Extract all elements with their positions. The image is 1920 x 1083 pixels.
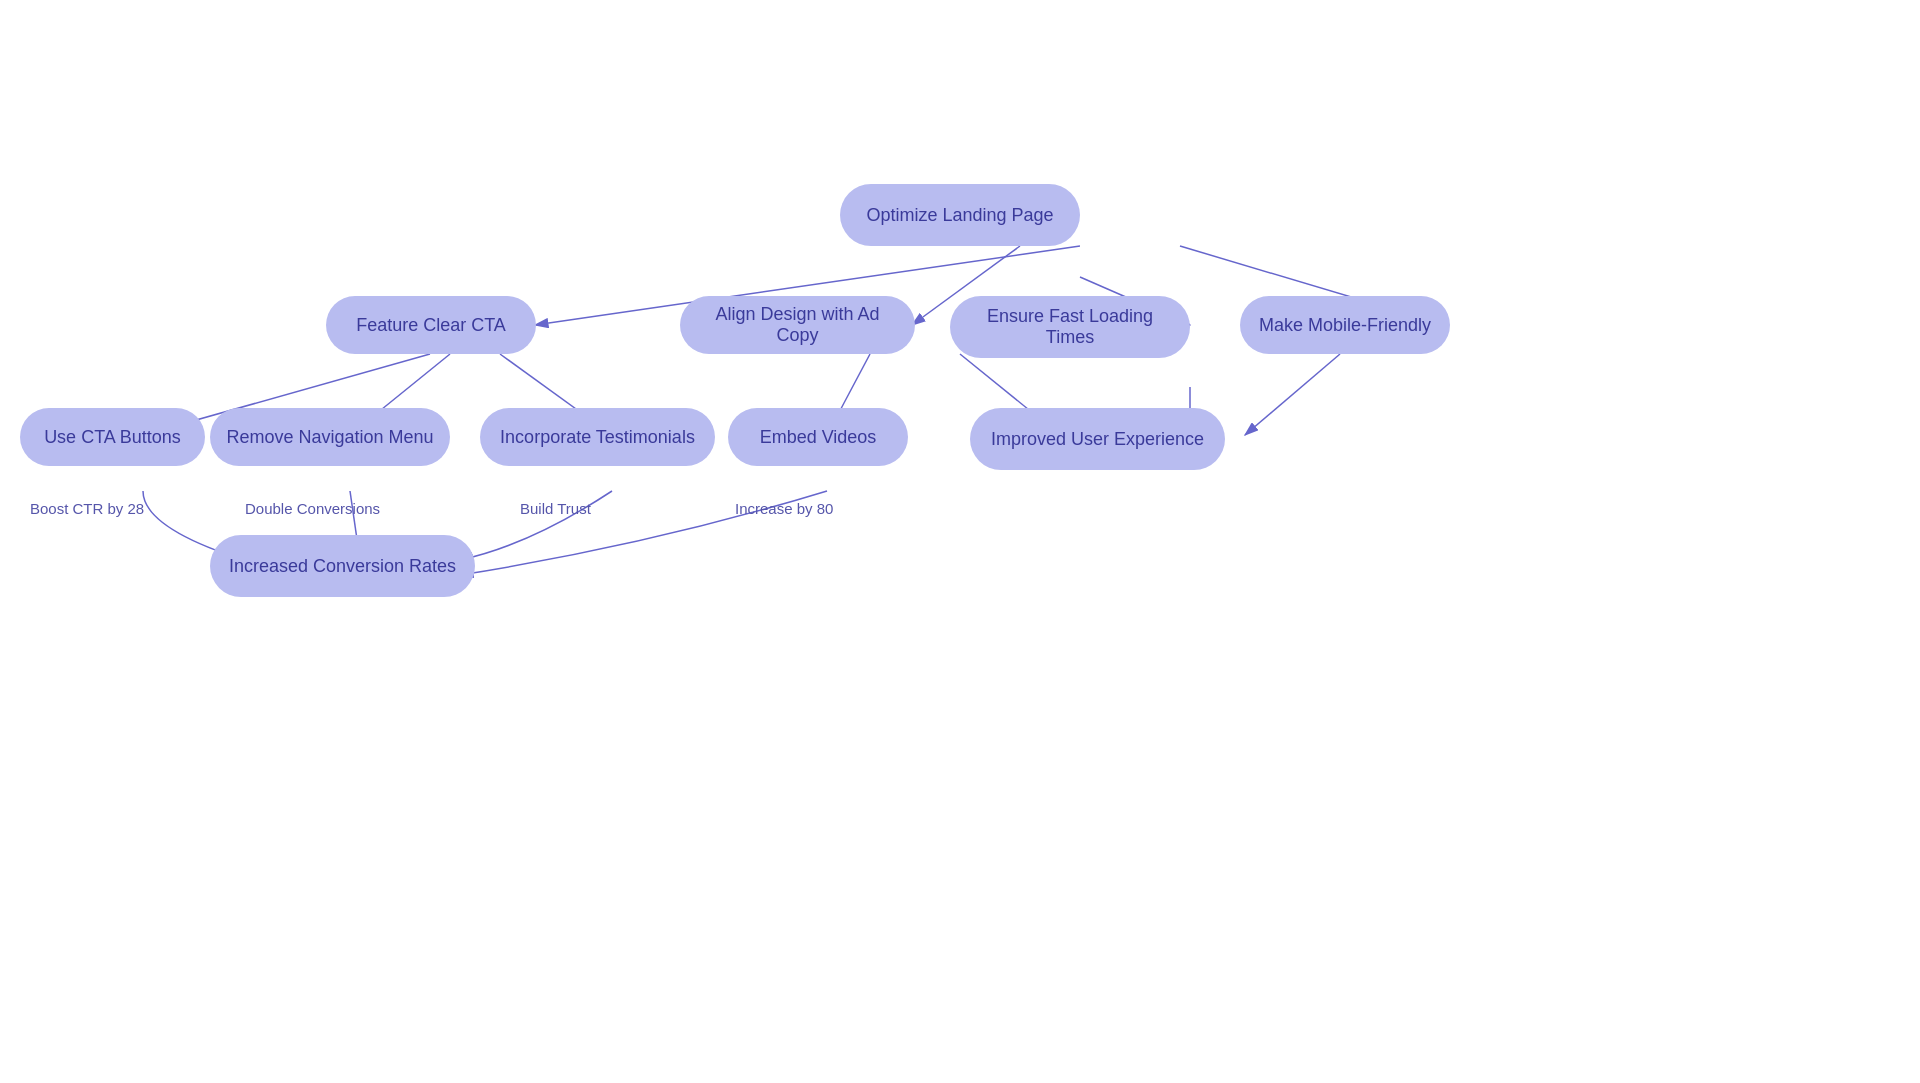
node-remove-nav[interactable]: Remove Navigation Menu (210, 408, 450, 466)
node-align-design[interactable]: Align Design with Ad Copy (680, 296, 915, 354)
node-use-cta[interactable]: Use CTA Buttons (20, 408, 205, 466)
node-ensure-fast[interactable]: Ensure Fast Loading Times (950, 296, 1190, 358)
edge-label-double-conv: Double Conversions (245, 500, 380, 517)
node-increased-conv[interactable]: Increased Conversion Rates (210, 535, 475, 597)
svg-line-11 (1245, 354, 1340, 435)
edge-label-increase-80: Increase by 80 (735, 500, 833, 517)
node-embed-videos[interactable]: Embed Videos (728, 408, 908, 466)
edge-label-build-trust: Build Trust (520, 500, 591, 517)
node-make-mobile[interactable]: Make Mobile-Friendly (1240, 296, 1450, 354)
node-optimize[interactable]: Optimize Landing Page (840, 184, 1080, 246)
node-incorporate[interactable]: Incorporate Testimonials (480, 408, 715, 466)
edge-label-boost-ctr: Boost CTR by 28 (30, 500, 144, 517)
diagram-container: Optimize Landing Page Feature Clear CTA … (0, 0, 1920, 1083)
node-improved-ux[interactable]: Improved User Experience (970, 408, 1225, 470)
node-feature-cta[interactable]: Feature Clear CTA (326, 296, 536, 354)
